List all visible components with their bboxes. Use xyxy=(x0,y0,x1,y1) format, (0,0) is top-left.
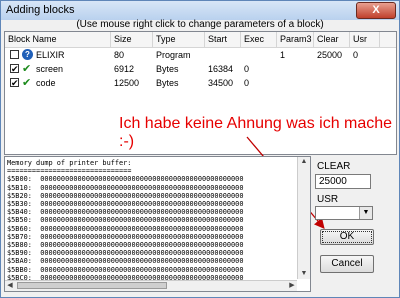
cell-clear xyxy=(314,76,317,90)
cell-size: 12500 xyxy=(114,78,140,88)
hint-text: (Use mouse right click to change paramet… xyxy=(76,19,324,30)
clear-input[interactable]: 25000 xyxy=(315,174,371,189)
usr-label: USR xyxy=(317,194,339,205)
cell-start xyxy=(205,48,208,62)
header-clear[interactable]: Clear xyxy=(314,32,350,47)
cell-start: 34500 xyxy=(208,78,234,88)
cell-name: screen xyxy=(36,64,64,74)
row-checkbox[interactable]: ✔ xyxy=(10,78,19,88)
horizontal-scrollbar[interactable]: ◀ ▶ xyxy=(5,280,297,291)
cell-usr xyxy=(350,76,353,90)
header-type[interactable]: Type xyxy=(153,32,205,47)
cell-param3 xyxy=(277,62,280,76)
scroll-right-icon[interactable]: ▶ xyxy=(287,281,297,291)
clear-label: CLEAR xyxy=(317,161,351,172)
vertical-scrollbar[interactable]: ▲ ▼ xyxy=(297,157,310,279)
table-row[interactable]: ✔ ✔ screen 6912 Bytes 16384 0 xyxy=(5,62,396,76)
cell-size: 80 xyxy=(114,50,125,60)
annotation-text: Ich habe keine Ahnung was ich mache :-) xyxy=(119,115,393,150)
memory-dump-text: Memory dump of printer buffer: =========… xyxy=(7,159,244,291)
row-checkbox[interactable]: ✔ xyxy=(10,64,19,74)
cell-usr: 0 xyxy=(353,50,359,60)
cell-param3 xyxy=(277,76,280,90)
cell-exec xyxy=(241,48,244,62)
cell-clear: 25000 xyxy=(317,50,343,60)
header-block-name[interactable]: Block Name xyxy=(5,32,111,47)
checkmark-icon: ✔ xyxy=(22,63,32,75)
scroll-thumb[interactable] xyxy=(17,282,167,289)
cell-name: ELIXIR xyxy=(36,50,65,60)
header-size[interactable]: Size xyxy=(111,32,153,47)
cell-exec: 0 xyxy=(244,64,250,74)
scroll-down-icon[interactable]: ▼ xyxy=(298,269,310,279)
list-header: Block Name Size Type Start Exec Param3 C… xyxy=(5,32,396,48)
checkmark-icon: ✔ xyxy=(22,77,32,89)
header-param3[interactable]: Param3 xyxy=(277,32,314,47)
question-icon: ? xyxy=(22,49,33,60)
memory-dump-textarea[interactable]: Memory dump of printer buffer: =========… xyxy=(4,156,311,292)
chevron-down-icon[interactable]: ▼ xyxy=(359,207,372,219)
table-row[interactable]: ✔ ✔ code 12500 Bytes 34500 0 xyxy=(5,76,396,90)
cell-exec: 0 xyxy=(244,78,250,88)
cell-type: Program xyxy=(156,50,191,60)
title-bar[interactable]: Adding blocks X xyxy=(1,1,399,20)
header-usr[interactable]: Usr xyxy=(350,32,380,47)
usr-select[interactable]: ▼ xyxy=(315,206,373,220)
cell-param3: 1 xyxy=(280,50,286,60)
cell-type: Bytes xyxy=(156,64,179,74)
header-start[interactable]: Start xyxy=(205,32,241,47)
cell-clear xyxy=(314,62,317,76)
close-button[interactable]: X xyxy=(356,2,396,19)
adding-blocks-dialog: Adding blocks X (Use mouse right click t… xyxy=(0,0,400,298)
cell-size: 6912 xyxy=(114,64,135,74)
cell-type: Bytes xyxy=(156,78,179,88)
row-checkbox[interactable] xyxy=(10,50,19,59)
window-title: Adding blocks xyxy=(6,4,75,16)
scroll-left-icon[interactable]: ◀ xyxy=(5,281,15,291)
cancel-button[interactable]: Cancel xyxy=(320,255,374,273)
header-exec[interactable]: Exec xyxy=(241,32,277,47)
ok-button[interactable]: OK xyxy=(320,229,374,245)
table-row[interactable]: ? ELIXIR 80 Program 1 25000 0 xyxy=(5,48,396,62)
scroll-up-icon[interactable]: ▲ xyxy=(298,157,310,167)
cell-usr xyxy=(350,62,353,76)
cell-start: 16384 xyxy=(208,64,234,74)
cell-name: code xyxy=(36,78,56,88)
